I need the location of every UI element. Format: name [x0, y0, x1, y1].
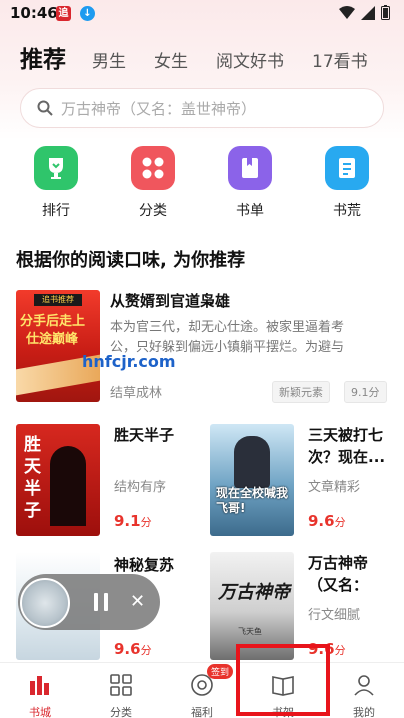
cover-badge: 追书推荐 — [34, 294, 82, 306]
book-tag: 新颖元素 — [272, 381, 330, 403]
pause-icon[interactable] — [92, 592, 110, 612]
nav-welfare[interactable]: 福利 — [172, 673, 232, 718]
book-score: 9.6分 — [308, 512, 346, 530]
grid-icon — [131, 146, 175, 190]
system-icons — [339, 5, 390, 20]
nav-category[interactable]: 分类 — [91, 673, 151, 718]
book-cover[interactable]: 追书推荐 分手后走上 仕途巅峰 — [16, 290, 100, 402]
profile-icon — [354, 675, 374, 696]
download-icon: ↓ — [80, 6, 95, 21]
book-title[interactable]: 万古神帝 （又名： — [308, 552, 368, 596]
cover-figure — [50, 446, 86, 526]
cover-figure — [234, 436, 270, 488]
close-icon[interactable]: ✕ — [130, 591, 145, 612]
booklist-icon — [228, 146, 272, 190]
bookshelf-highlight-box — [236, 644, 330, 716]
search-input[interactable]: 万古神帝（又名：盖世神帝） — [20, 88, 384, 128]
category-tabs: 推荐 男生 女生 阅文好书 17看书 — [20, 40, 396, 74]
book-title[interactable]: 从赘婿到官道枭雄 — [110, 290, 230, 311]
book-author: 结草成林 — [110, 386, 163, 401]
status-bar: 10:46 追 ↓ — [0, 0, 404, 28]
quick-entry-ranking[interactable]: 排行 — [26, 146, 86, 220]
category-icon — [110, 674, 132, 696]
book-icon — [325, 146, 369, 190]
quick-entry-booklist[interactable]: 书单 — [220, 146, 280, 220]
book-cover[interactable]: 胜天半子 — [16, 424, 100, 536]
search-icon — [37, 100, 53, 116]
book-cover[interactable]: 现在全校喊我飞哥! — [210, 424, 294, 536]
checkin-badge: 签到 — [207, 664, 234, 679]
bookstore-icon — [30, 676, 49, 695]
quick-entries: 排行 分类 书单 书荒 — [0, 146, 404, 222]
tab-male[interactable]: 男生 — [92, 47, 126, 72]
battery-icon — [381, 5, 390, 20]
book-score: 9.6分 — [114, 640, 152, 658]
book-tag: 行文细腻 — [308, 608, 361, 623]
app-notification-icon: 追 — [56, 6, 71, 21]
tab-17kan[interactable]: 17看书 — [312, 47, 368, 72]
tab-yuewen[interactable]: 阅文好书 — [216, 47, 284, 72]
watermark: hnfcjr.com — [82, 352, 176, 371]
nav-bookstore[interactable]: 书城 — [10, 673, 70, 718]
quick-entry-bookshortage[interactable]: 书荒 — [317, 146, 377, 220]
audio-cover[interactable] — [20, 578, 70, 628]
nav-profile[interactable]: 我的 — [334, 673, 394, 718]
clock: 10:46 — [10, 4, 58, 22]
book-title[interactable]: 神秘复苏 — [114, 554, 174, 575]
book-score: 9.1分 — [114, 512, 152, 530]
book-tag: 结构有序 — [114, 480, 167, 495]
trophy-icon — [34, 146, 78, 190]
book-score: 9.1分 — [344, 381, 387, 403]
book-title[interactable]: 三天被打七 次？现在... — [308, 424, 385, 468]
book-title[interactable]: 胜天半子 — [114, 424, 174, 445]
section-title: 根据你的阅读口味, 为你推荐 — [16, 250, 246, 271]
tab-female[interactable]: 女生 — [154, 47, 188, 72]
tab-recommend[interactable]: 推荐 — [20, 40, 66, 74]
bottom-nav: 书城 分类 福利 书架 我的 — [0, 662, 404, 718]
book-tag: 文章精彩 — [308, 480, 361, 495]
signal-icon — [361, 5, 375, 20]
quick-entry-category[interactable]: 分类 — [123, 146, 183, 220]
wifi-icon — [339, 5, 355, 19]
search-placeholder: 万古神帝（又名：盖世神帝） — [61, 99, 257, 118]
